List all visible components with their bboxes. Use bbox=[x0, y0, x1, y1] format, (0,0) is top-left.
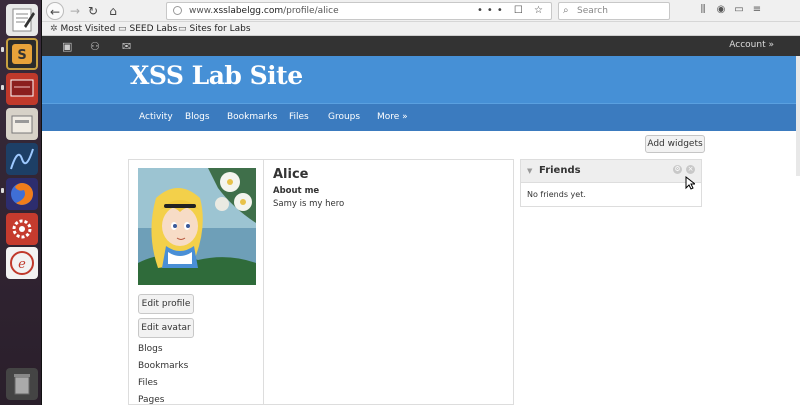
widget-header: ▼ Friends ⚙ × bbox=[521, 160, 701, 183]
folder-icon: ▭ bbox=[178, 24, 187, 34]
owner-link-blogs[interactable]: Blogs bbox=[138, 344, 163, 354]
widget-title: Friends bbox=[539, 165, 581, 176]
forward-button[interactable]: → bbox=[66, 2, 84, 20]
owner-link-pages[interactable]: Pages bbox=[138, 395, 164, 405]
url-domain: xsslabelgg.com bbox=[213, 6, 284, 16]
running-indicator bbox=[1, 188, 4, 193]
owner-link-files[interactable]: Files bbox=[138, 378, 158, 388]
trash-icon[interactable] bbox=[6, 368, 38, 400]
mouse-cursor-icon bbox=[685, 175, 697, 194]
reload-button[interactable]: ↻ bbox=[84, 2, 102, 20]
file-manager-icon[interactable] bbox=[6, 108, 38, 140]
menu-icon[interactable]: ≡ bbox=[748, 4, 766, 15]
avatar[interactable] bbox=[138, 168, 256, 285]
document-viewer-icon[interactable]: e bbox=[6, 247, 38, 279]
about-me-value: Samy is my hero bbox=[273, 199, 345, 209]
info-icon[interactable] bbox=[173, 6, 182, 15]
site-title[interactable]: XSS Lab Site bbox=[130, 61, 303, 90]
bookmark-most-visited[interactable]: ✲ Most Visited bbox=[50, 22, 115, 36]
menu-item-files[interactable]: Files bbox=[289, 112, 309, 122]
svg-text:S: S bbox=[17, 48, 26, 63]
bookmarks-toolbar: ✲ Most Visited ▭ SEED Labs ▭ Sites for Labs bbox=[42, 22, 800, 36]
search-input[interactable]: ⌕ Search bbox=[558, 2, 670, 20]
search-placeholder: Search bbox=[577, 6, 608, 16]
browser-window: ← → ↻ ⌂ www.xsslabelgg.com/profile/alice… bbox=[42, 0, 800, 405]
page-actions-icon[interactable]: ••• ☐ ☆ bbox=[477, 3, 547, 19]
sync-icon[interactable]: ◉ bbox=[712, 4, 730, 15]
friends-widget: ▼ Friends ⚙ × No friends yet. bbox=[520, 159, 702, 207]
site-menu: Activity Blogs Bookmarks Files Groups Mo… bbox=[42, 103, 800, 131]
url-path: /profile/alice bbox=[283, 6, 339, 16]
add-widgets-button[interactable]: Add widgets bbox=[645, 135, 705, 153]
settings-icon[interactable] bbox=[6, 213, 38, 245]
library-icon[interactable]: ⫼ bbox=[694, 4, 712, 15]
site-header: XSS Lab Site bbox=[42, 56, 800, 103]
text-editor-icon[interactable] bbox=[6, 4, 38, 36]
browser-toolbar: ← → ↻ ⌂ www.xsslabelgg.com/profile/alice… bbox=[42, 0, 800, 22]
scrollbar[interactable] bbox=[796, 56, 800, 176]
running-indicator bbox=[1, 85, 4, 90]
search-icon: ⌕ bbox=[563, 5, 569, 16]
menu-item-more[interactable]: More » bbox=[377, 112, 408, 122]
running-indicator bbox=[1, 47, 4, 52]
back-button[interactable]: ← bbox=[46, 2, 64, 20]
sublime-text-icon[interactable]: S bbox=[6, 38, 38, 70]
folder-icon: ▭ bbox=[118, 24, 127, 34]
svg-text:e: e bbox=[18, 257, 26, 272]
bookmark-sites-for-labs[interactable]: ▭ Sites for Labs bbox=[178, 22, 251, 36]
app-launcher: S e bbox=[0, 0, 42, 405]
edit-profile-button[interactable]: Edit profile bbox=[138, 294, 194, 314]
menu-item-blogs[interactable]: Blogs bbox=[185, 112, 210, 122]
widget-body: No friends yet. bbox=[527, 190, 586, 199]
elgg-logo-icon[interactable]: ▣ bbox=[62, 40, 72, 53]
home-icon[interactable]: ⌂ bbox=[104, 2, 122, 20]
account-menu[interactable]: Account » bbox=[729, 40, 774, 50]
close-icon[interactable]: × bbox=[686, 165, 695, 174]
menu-item-bookmarks[interactable]: Bookmarks bbox=[227, 112, 277, 122]
edit-widget-icon[interactable]: ⚙ bbox=[673, 165, 682, 174]
wireshark-icon[interactable] bbox=[6, 143, 38, 175]
collapse-icon[interactable]: ▼ bbox=[527, 167, 532, 175]
url-bar[interactable]: www.xsslabelgg.com/profile/alice ••• ☐ ☆ bbox=[166, 2, 552, 20]
terminal-icon[interactable] bbox=[6, 73, 38, 105]
url-prefix: www. bbox=[189, 6, 214, 16]
messages-icon[interactable]: ✉ bbox=[122, 40, 131, 53]
browser-tools: ⫼ ◉ ▭ ≡ bbox=[694, 4, 766, 15]
about-me-label: About me bbox=[273, 186, 320, 196]
menu-item-activity[interactable]: Activity bbox=[139, 112, 173, 122]
gear-icon: ✲ bbox=[50, 24, 58, 34]
edit-avatar-button[interactable]: Edit avatar bbox=[138, 318, 194, 338]
profile-divider bbox=[263, 159, 264, 405]
profile-name: Alice bbox=[273, 167, 309, 182]
elgg-topbar: ▣ ⚇ ✉ Account » bbox=[42, 36, 800, 56]
owner-link-bookmarks[interactable]: Bookmarks bbox=[138, 361, 188, 371]
reader-icon[interactable]: ▭ bbox=[730, 4, 748, 15]
firefox-icon[interactable] bbox=[6, 178, 38, 210]
bookmark-seed-labs[interactable]: ▭ SEED Labs bbox=[118, 22, 177, 36]
friends-icon[interactable]: ⚇ bbox=[90, 40, 100, 53]
menu-item-groups[interactable]: Groups bbox=[328, 112, 360, 122]
